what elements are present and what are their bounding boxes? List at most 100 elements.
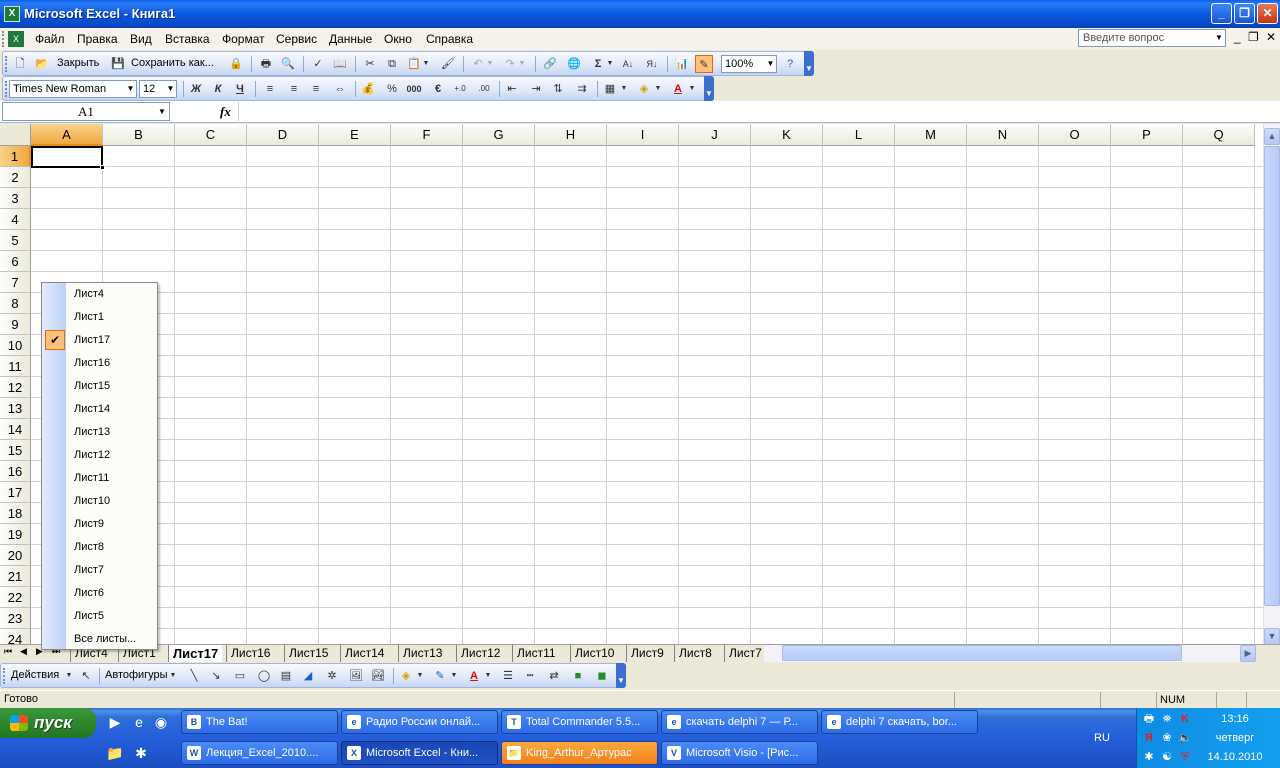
shadow-style-icon[interactable]: ■ bbox=[569, 667, 587, 685]
textbox-icon[interactable]: ▤ bbox=[277, 667, 295, 685]
euro-button[interactable]: € bbox=[429, 80, 447, 98]
scroll-right-icon[interactable]: ▶ bbox=[1240, 645, 1256, 662]
save-icon[interactable]: 💾 bbox=[109, 55, 127, 73]
language-indicator[interactable]: RU bbox=[1094, 732, 1110, 744]
sheet-list-item[interactable]: Лист14 bbox=[74, 398, 110, 421]
chevron-down-icon[interactable]: ▼ bbox=[165, 81, 176, 97]
align-right-icon[interactable]: ≡ bbox=[307, 80, 325, 98]
chevron-down-icon[interactable]: ▼ bbox=[65, 667, 73, 685]
row-header[interactable]: 8 bbox=[0, 293, 31, 314]
font-select[interactable]: Times New Roman ▼ bbox=[9, 80, 137, 98]
column-header[interactable]: D bbox=[247, 124, 319, 146]
chevron-down-icon[interactable]: ▼ bbox=[155, 103, 169, 120]
sort-descending-icon[interactable]: Я↓ bbox=[643, 55, 661, 73]
vertical-scrollbar[interactable]: ▲ ▼ bbox=[1263, 124, 1280, 645]
sheet-list-item[interactable]: Лист13 bbox=[74, 421, 110, 444]
open-folder-icon[interactable]: 📂 bbox=[33, 55, 51, 73]
thousands-button[interactable]: 000 bbox=[405, 80, 423, 98]
name-box[interactable]: A1 ▼ bbox=[2, 102, 170, 121]
toolbar-options-icon[interactable]: ▼ bbox=[704, 76, 714, 101]
sheet-list-item[interactable]: Лист9 bbox=[74, 513, 104, 536]
align-center-icon[interactable]: ≡ bbox=[285, 80, 303, 98]
column-header[interactable]: I bbox=[607, 124, 679, 146]
chevron-down-icon[interactable]: ▼ bbox=[619, 80, 629, 98]
column-header[interactable]: P bbox=[1111, 124, 1183, 146]
antivirus-icon[interactable]: K bbox=[1177, 711, 1193, 727]
row-header[interactable]: 21 bbox=[0, 566, 31, 587]
row-header[interactable]: 4 bbox=[0, 209, 31, 230]
italic-button[interactable]: К bbox=[209, 80, 227, 98]
row-header[interactable]: 1 bbox=[0, 146, 31, 167]
row-header[interactable]: 14 bbox=[0, 419, 31, 440]
app-icon[interactable]: ✱ bbox=[132, 744, 150, 762]
chevron-down-icon[interactable]: ▼ bbox=[169, 667, 177, 685]
media-player-icon[interactable]: ▶ bbox=[106, 713, 124, 731]
doc-minimize-button[interactable]: _ bbox=[1234, 30, 1241, 44]
active-cell[interactable] bbox=[31, 146, 105, 170]
sheet-tab[interactable]: Лист7 bbox=[724, 645, 766, 662]
web-icon[interactable]: 🌐 bbox=[565, 55, 583, 73]
merge-center-icon[interactable]: ⇔ bbox=[331, 80, 349, 98]
row-header[interactable]: 20 bbox=[0, 545, 31, 566]
sheet-list-item[interactable]: Лист8 bbox=[74, 536, 104, 559]
align-left-icon[interactable]: ≡ bbox=[261, 80, 279, 98]
task-lecture[interactable]: W Лекция_Excel_2010.... bbox=[181, 741, 338, 765]
sheet-list-item[interactable]: Лист1 bbox=[74, 306, 104, 329]
sheet-tab[interactable]: Лист11 bbox=[512, 645, 560, 662]
close-document-button[interactable]: Закрыть bbox=[57, 57, 99, 69]
toolbar-grip[interactable] bbox=[5, 56, 8, 72]
row-header[interactable]: 6 bbox=[0, 251, 31, 272]
rectangle-icon[interactable]: ▭ bbox=[231, 667, 249, 685]
print-preview-icon[interactable]: 🔍 bbox=[279, 55, 297, 73]
menu-window[interactable]: Окно bbox=[384, 32, 412, 46]
menu-data[interactable]: Данные bbox=[329, 32, 372, 46]
sheet-tab[interactable]: Лист13 bbox=[398, 645, 446, 662]
volume-icon[interactable]: 🔈 bbox=[1177, 730, 1193, 746]
copy-icon[interactable]: ⧉ bbox=[383, 55, 401, 73]
row-header[interactable]: 24 bbox=[0, 629, 31, 644]
close-button[interactable]: ✕ bbox=[1257, 3, 1278, 24]
toolbar-options-icon[interactable]: ▼ bbox=[616, 663, 626, 688]
toolbar-grip[interactable] bbox=[3, 668, 6, 684]
menu-file[interactable]: Файл bbox=[35, 32, 65, 46]
sheet-list-item[interactable]: Лист6 bbox=[74, 582, 104, 605]
column-header[interactable]: A bbox=[31, 124, 103, 146]
start-button[interactable]: пуск bbox=[0, 708, 96, 738]
zoom-select[interactable]: 100% ▼ bbox=[721, 55, 777, 73]
borders-icon[interactable]: ▦ bbox=[601, 80, 619, 98]
line-style-icon[interactable]: ☰ bbox=[499, 667, 517, 685]
column-header[interactable]: M bbox=[895, 124, 967, 146]
doc-restore-button[interactable]: ❐ bbox=[1248, 30, 1259, 44]
column-header[interactable]: C bbox=[175, 124, 247, 146]
sheet-tab[interactable]: Лист12 bbox=[456, 645, 504, 662]
chevron-down-icon[interactable]: ▼ bbox=[605, 55, 615, 73]
menu-edit[interactable]: Правка bbox=[77, 32, 118, 46]
row-header[interactable]: 12 bbox=[0, 377, 31, 398]
line-color-icon[interactable]: ✎ bbox=[431, 667, 449, 685]
menu-insert[interactable]: Вставка bbox=[165, 32, 210, 46]
maximize-button[interactable]: ❐ bbox=[1234, 3, 1255, 24]
sheet-list-item[interactable]: Лист12 bbox=[74, 444, 110, 467]
horizontal-scrollbar[interactable]: ▶ bbox=[764, 645, 1256, 662]
document-icon[interactable]: X bbox=[8, 31, 24, 47]
sort-ascending-icon[interactable]: A↓ bbox=[619, 55, 637, 73]
yandex-icon[interactable]: Я bbox=[1141, 730, 1157, 746]
ask-question-input[interactable]: Введите вопрос ▼ bbox=[1078, 29, 1226, 47]
tray-app-icon[interactable]: ☯ bbox=[1159, 749, 1175, 765]
horizontal-scroll-thumb[interactable] bbox=[782, 645, 1182, 661]
actions-menu-button[interactable]: Действия bbox=[11, 669, 59, 681]
column-header[interactable]: H bbox=[535, 124, 607, 146]
task-delphi2[interactable]: e delphi 7 скачать, bor... bbox=[821, 710, 978, 734]
formula-input[interactable] bbox=[238, 102, 1278, 121]
row-header[interactable]: 17 bbox=[0, 482, 31, 503]
shield-icon[interactable]: ⛨ bbox=[1177, 749, 1193, 765]
row-header[interactable]: 19 bbox=[0, 524, 31, 545]
sheet-list-item[interactable]: Лист11 bbox=[74, 467, 109, 490]
sheet-list-item[interactable]: Лист7 bbox=[74, 559, 104, 582]
diagram-icon[interactable]: ✲ bbox=[323, 667, 341, 685]
sheet-list-item[interactable]: Лист5 bbox=[74, 605, 104, 628]
worksheet-grid[interactable]: ABCDEFGHIJKLMNOPQ 1 2 3 4 5 6 7 8 9 10 11 12 13 14 15 1… bbox=[0, 124, 1264, 644]
first-sheet-icon[interactable]: ⏮ bbox=[4, 646, 12, 657]
underline-button[interactable]: Ч bbox=[231, 80, 249, 98]
3d-style-icon[interactable]: ◼ bbox=[593, 667, 611, 685]
